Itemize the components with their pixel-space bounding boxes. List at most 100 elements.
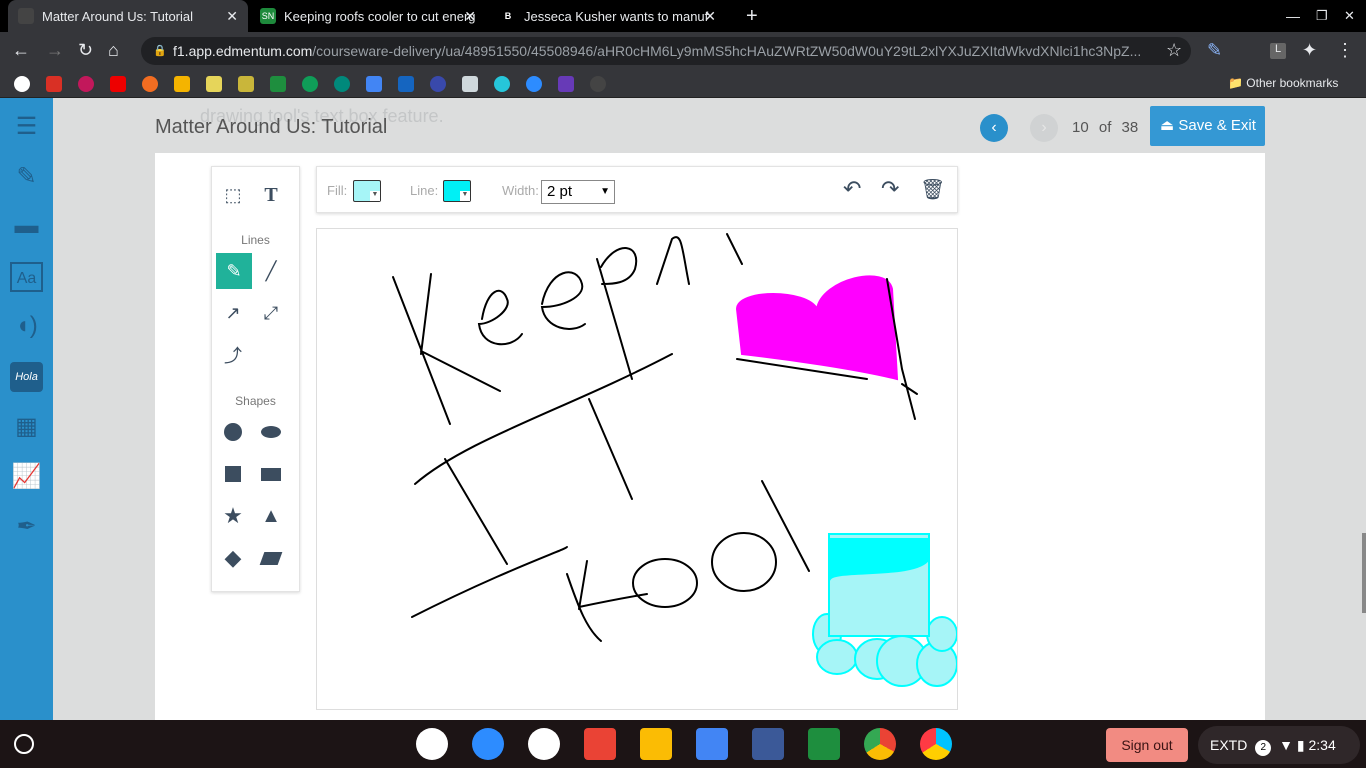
ellipse-tool-icon[interactable] [253,414,289,450]
sign-out-button[interactable]: Sign out [1106,728,1188,762]
quizlet-bookmark-icon[interactable] [430,76,446,92]
status-tray[interactable]: EXTD 2 ▼ ▮ 2:34 [1198,726,1360,764]
classroom-bookmark-icon[interactable] [238,76,254,92]
gmail-bookmark-icon[interactable] [46,76,62,92]
gmail-app-icon[interactable] [584,728,616,760]
notepad-icon[interactable]: ✎ [10,162,43,192]
close-window-button[interactable]: ✕ [1334,0,1365,32]
folder-icon[interactable]: ▬ [10,212,43,242]
launcher-icon[interactable] [14,734,34,754]
url-input[interactable]: 🔒 f1.app.edmentum.com/courseware-delivery… [141,37,1191,65]
menu-icon[interactable]: ⋮ [1336,40,1354,61]
page-scrollbar[interactable] [1362,533,1366,613]
bookmark-star-icon[interactable]: ☆ [1166,40,1182,61]
pear-bookmark-icon[interactable] [142,76,158,92]
extensions-icon[interactable]: ✦ [1302,40,1317,61]
connector-arrow-tool-icon[interactable]: ⤴ [215,337,251,373]
close-tab-icon[interactable]: ✕ [226,8,238,25]
sheets-bookmark-icon[interactable] [270,76,286,92]
magenta-heart-scribble [735,275,918,420]
extd-label: EXTD [1210,737,1248,753]
highlighter-icon[interactable]: ✒ [10,512,43,542]
ixl-bookmark-icon[interactable] [206,76,222,92]
sn-favicon-icon: SN [260,8,276,24]
width-select[interactable]: 2 pt ▼ [541,180,615,204]
tab-keeping-roofs[interactable]: SN Keeping roofs cooler to cut energ ✕ [250,0,486,32]
hangouts-bookmark-icon[interactable] [302,76,318,92]
text-to-speech-icon[interactable]: ◖) [10,312,43,342]
rectangle-tool-icon[interactable] [253,456,289,492]
drive-app-icon[interactable] [640,728,672,760]
onenote-app-icon[interactable] [416,728,448,760]
page-of: of [1098,119,1112,136]
redo-icon[interactable]: ↷ [881,176,899,202]
home-icon[interactable]: ⌂ [108,40,119,61]
close-tab-icon[interactable]: ✕ [704,8,716,25]
fill-color-picker[interactable]: ▼ [353,180,381,202]
graph-icon[interactable]: 📈 [10,462,43,492]
tab-bar: Matter Around Us: Tutorial ✕ SN Keeping ro… [0,0,1366,32]
previous-page-button[interactable]: ‹ [980,114,1008,142]
undo-icon[interactable]: ↶ [843,176,861,202]
meet-bookmark-icon[interactable] [334,76,350,92]
calculator-icon[interactable]: ▦ [10,412,43,442]
forward-icon[interactable]: → [46,40,64,61]
docs-app-icon[interactable] [696,728,728,760]
parallelogram-tool-icon[interactable] [253,540,289,576]
dictionary-icon[interactable]: Aa [10,262,43,292]
line-tool-icon[interactable]: ╱ [253,253,289,289]
edpuzzle-bookmark-icon[interactable] [398,76,414,92]
trash-icon[interactable]: 🗑 [920,177,945,202]
app-icon[interactable] [752,728,784,760]
drawing-canvas[interactable] [316,228,958,710]
slides-bookmark-icon[interactable] [174,76,190,92]
tab-matter-around-us[interactable]: Matter Around Us: Tutorial ✕ [8,0,248,32]
tab-jesseca-kusher[interactable]: B Jesseca Kusher wants to manuf ✕ [490,0,726,32]
taskbar: Sign out EXTD 2 ▼ ▮ 2:34 [0,720,1366,768]
save-exit-button[interactable]: ⏏ Save & Exit [1150,106,1265,146]
back-icon[interactable]: ← [12,40,30,61]
chrome-app-icon[interactable] [864,728,896,760]
zoom-app-icon[interactable] [472,728,504,760]
line-color-picker[interactable]: ▼ [443,180,471,202]
pen-extension-icon[interactable]: ✎ [1207,40,1222,61]
restore-button[interactable]: ❐ [1306,0,1338,32]
classroom-app-icon[interactable] [808,728,840,760]
url-path: /courseware-delivery/ua/48951550/4550894… [312,43,1142,59]
square-tool-icon[interactable] [215,456,251,492]
drawing-svg [392,233,958,687]
star-tool-icon[interactable]: ★ [215,498,251,534]
bookmark-icon[interactable] [14,76,30,92]
minimize-button[interactable]: — [1276,0,1310,32]
select-tool-icon[interactable]: ⬚ [215,177,251,213]
bookmark-icon[interactable] [494,76,510,92]
text-tool-icon[interactable]: T [253,177,289,213]
menu-list-icon[interactable]: ☰ [10,112,43,142]
freehand-pen-tool-icon[interactable]: ✎ [216,253,252,289]
translate-icon[interactable]: Hola [10,362,43,392]
play-store-app-icon[interactable] [920,728,952,760]
youtube-bookmark-icon[interactable] [110,76,126,92]
forms-bookmark-icon[interactable] [558,76,574,92]
width-label: Width: [502,183,539,198]
circle-tool-icon[interactable] [215,414,251,450]
triangle-tool-icon[interactable]: ▲ [253,498,289,534]
next-page-button[interactable]: › [1030,114,1058,142]
page-counter: 10 of 38 [1072,119,1138,136]
address-bar-row: ← → ↻ ⌂ 🔒 f1.app.edmentum.com/courseware-… [0,32,1366,70]
profile-extension-icon[interactable]: L [1270,43,1286,59]
bookmarks-bar: 📁 Other bookmarks [0,70,1366,98]
double-arrow-tool-icon[interactable]: ⤢ [253,295,289,331]
edmentum-bookmark-icon[interactable] [590,76,606,92]
arrow-tool-icon[interactable]: ↗ [215,295,251,331]
docs-bookmark-icon[interactable] [366,76,382,92]
other-bookmarks[interactable]: 📁 Other bookmarks [1228,76,1338,90]
new-tab-button[interactable]: + [736,0,768,32]
iheart-bookmark-icon[interactable] [78,76,94,92]
youtube-app-icon[interactable] [528,728,560,760]
diamond-tool-icon[interactable]: ◆ [215,540,251,576]
close-tab-icon[interactable]: ✕ [464,8,476,25]
tumblr-bookmark-icon[interactable] [462,76,478,92]
zoom-bookmark-icon[interactable] [526,76,542,92]
reload-icon[interactable]: ↻ [78,40,93,61]
